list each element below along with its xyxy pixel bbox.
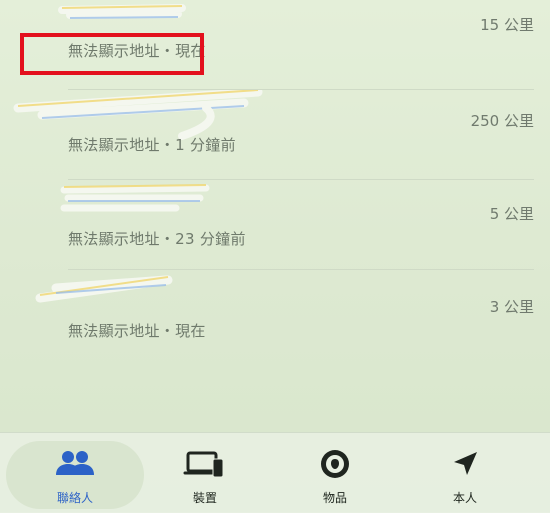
tab-items[interactable]: 物品 bbox=[266, 441, 404, 509]
redacted-name bbox=[60, 184, 210, 212]
person-status: 無法顯示地址・現在 bbox=[68, 322, 206, 340]
tab-devices-label: 裝置 bbox=[192, 491, 217, 505]
person-row[interactable]: 無法顯示地址・現在 3 公里 bbox=[0, 270, 550, 360]
airtag-icon bbox=[320, 449, 350, 483]
person-distance: 15 公里 bbox=[480, 16, 534, 34]
tab-devices[interactable]: 裝置 bbox=[136, 441, 274, 509]
tab-me[interactable]: 本人 bbox=[396, 441, 534, 509]
devices-icon bbox=[183, 449, 227, 483]
location-arrow-icon bbox=[450, 449, 480, 483]
tab-people[interactable]: 聯絡人 bbox=[6, 441, 144, 509]
people-icon bbox=[54, 449, 96, 483]
person-distance: 5 公里 bbox=[489, 205, 534, 223]
person-distance: 250 公里 bbox=[470, 112, 534, 130]
person-row[interactable]: 無法顯示地址・23 分鐘前 5 公里 bbox=[0, 180, 550, 270]
redacted-name bbox=[35, 275, 173, 303]
person-status: 無法顯示地址・1 分鐘前 bbox=[68, 136, 236, 154]
person-status: 無法顯示地址・23 分鐘前 bbox=[68, 230, 246, 248]
tab-me-label: 本人 bbox=[452, 491, 477, 505]
tab-people-label: 聯絡人 bbox=[56, 491, 93, 505]
person-row[interactable]: 無法顯示地址・1 分鐘前 250 公里 bbox=[0, 90, 550, 180]
person-distance: 3 公里 bbox=[489, 298, 534, 316]
highlight-box bbox=[20, 33, 204, 75]
tab-items-label: 物品 bbox=[322, 491, 347, 505]
tab-bar: 聯絡人 裝置 物品 本人 bbox=[0, 432, 550, 513]
